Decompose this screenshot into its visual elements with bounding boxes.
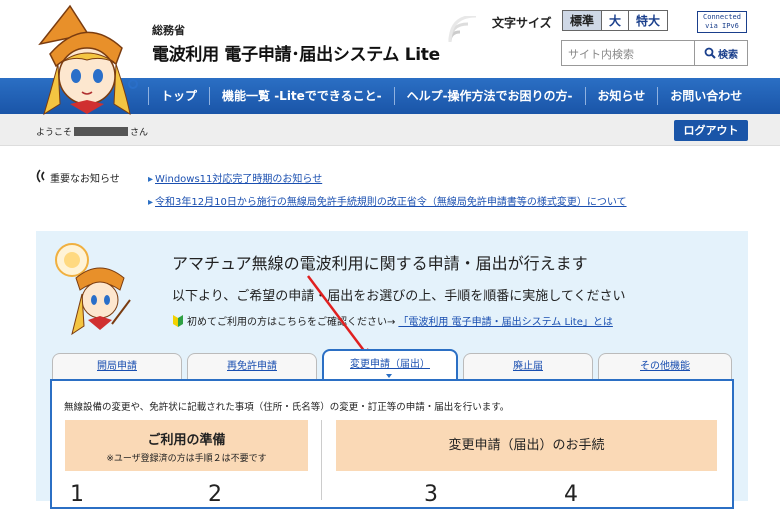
system-title[interactable]: 電波利用 電子申請･届出システム Lite	[152, 40, 440, 65]
active-tab-caret	[386, 374, 392, 378]
column-divider	[321, 420, 322, 500]
preparation-box: ご利用の準備 ※ユーザ登録済の方は手順２は不要です	[65, 420, 308, 471]
step-number: 4	[564, 482, 578, 507]
ipv6-badge: Connected via IPv6	[697, 11, 747, 33]
application-tabs: 開局申請 再免許申請 変更申請（届出） 廃止届 その他機能	[52, 349, 732, 379]
site-header: 総務省 電波利用 電子申請･届出システム Lite 文字サイズ 標準 大 特大 …	[0, 0, 780, 116]
nav-news[interactable]: お知らせ	[584, 87, 658, 105]
nav-features[interactable]: 機能一覧 -Liteでできること-	[209, 87, 394, 105]
search-icon	[704, 47, 716, 59]
search-input[interactable]: サイト内検索	[561, 40, 695, 66]
step-number: 2	[208, 482, 222, 507]
broadcast-icon	[36, 169, 45, 183]
tab-abolition[interactable]: 廃止届	[463, 353, 593, 379]
notice-link-regulation[interactable]: 令和3年12月10日から施行の無線局免許手続規則の改正省令（無線局免許申請書等の…	[148, 193, 627, 208]
font-size-label: 文字サイズ	[492, 16, 552, 30]
notice-link-windows11[interactable]: Windows11対応完了時期のお知らせ	[148, 170, 322, 185]
about-lite-link[interactable]: 「電波利用 電子申請・届出システム Lite」とは	[398, 313, 612, 328]
important-notices-label: 重要なお知らせ	[50, 174, 120, 185]
welcome-text: ようこそ さん	[36, 125, 148, 138]
masked-username	[74, 127, 129, 136]
preparation-title: ご利用の準備	[147, 433, 226, 448]
tab-other[interactable]: その他機能	[598, 353, 732, 379]
mascot-illustration	[38, 4, 138, 116]
nav-contact[interactable]: お問い合わせ	[657, 87, 754, 105]
font-size-large-button[interactable]: 大	[602, 11, 630, 30]
first-time-notice: 初めてご利用の方はこちらをご確認ください→ 「電波利用 電子申請・届出システム …	[172, 313, 613, 328]
tab-renewal[interactable]: 再免許申請	[187, 353, 317, 379]
nav-help[interactable]: ヘルプ-操作方法でお困りの方-	[393, 87, 585, 105]
procedure-box: 変更申請（届出）のお手続	[336, 420, 717, 471]
ministry-name: 総務省	[152, 24, 185, 37]
preparation-note: ※ユーザ登録済の方は手順２は不要です	[106, 454, 267, 464]
search-button-label: 検索	[718, 49, 738, 61]
panel-description: 無線設備の変更や、免許状に記載された事項（住所・氏名等）の変更・訂正等の申請・届…	[64, 402, 510, 413]
font-size-selector: 標準 大 特大	[562, 10, 669, 31]
font-size-standard-button[interactable]: 標準	[563, 11, 603, 30]
step-number: 1	[70, 482, 84, 507]
font-size-xlarge-button[interactable]: 特大	[629, 11, 668, 30]
logout-button[interactable]: ログアウト	[674, 120, 748, 141]
tab-new-station[interactable]: 開局申請	[52, 353, 182, 379]
beginner-mark-icon	[173, 314, 183, 327]
signal-waves-icon	[448, 16, 477, 43]
welcome-prefix: ようこそ	[36, 128, 73, 138]
step-number: 3	[424, 482, 438, 507]
search-button[interactable]: 検索	[694, 40, 748, 66]
ipv6-badge-line1: Connected	[703, 13, 741, 21]
ipv6-badge-line2: via IPv6	[705, 22, 739, 30]
nav-top[interactable]: トップ	[148, 87, 209, 105]
main-subheading: 以下より、ご希望の申請・届出をお選びの上、手順を順番に実施してください	[172, 289, 626, 304]
mascot-small-illustration	[55, 243, 131, 336]
welcome-suffix: さん	[130, 128, 149, 138]
